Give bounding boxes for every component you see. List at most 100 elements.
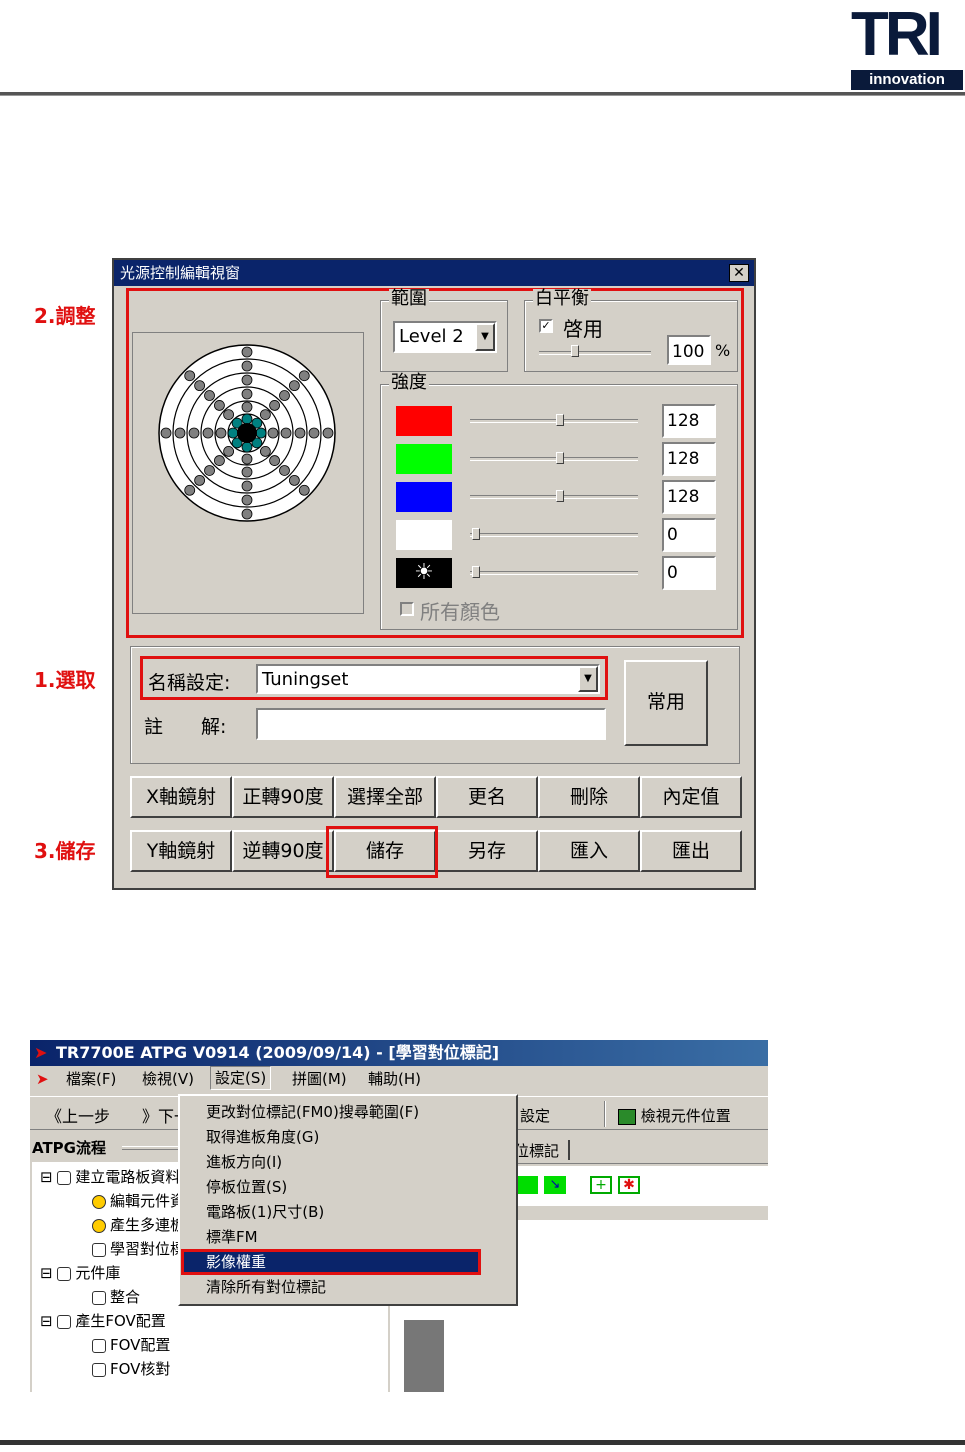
white-balance-checkbox[interactable]: ✓ xyxy=(539,319,553,333)
settings-menu-item[interactable]: 取得進板角度(G) xyxy=(206,1125,319,1149)
status-smile-icon[interactable] xyxy=(92,1194,106,1209)
tree-item[interactable]: FOV配置 xyxy=(92,1334,170,1356)
note-input[interactable] xyxy=(256,708,606,740)
red-channel-slider[interactable] xyxy=(470,419,638,423)
name-setting-select[interactable]: Tuningset ▼ xyxy=(256,664,600,694)
tree-item[interactable]: 整合 xyxy=(92,1286,140,1308)
dialog-title: 光源控制編輯視窗 xyxy=(120,264,241,282)
tri-logo: TRI innovation xyxy=(851,4,963,90)
buttons-row1-button-1[interactable]: 正轉90度 xyxy=(232,776,334,818)
buttons-row1-button-4[interactable]: 刪除 xyxy=(538,776,640,818)
buttons-row1-button-5[interactable]: 內定值 xyxy=(640,776,742,818)
settings-menu-item[interactable]: 更改對位標記(FM0)搜尋範圍(F) xyxy=(206,1100,419,1124)
white-balance-label: 白平衡 xyxy=(533,288,591,309)
blue-channel-value[interactable]: 128 xyxy=(662,480,716,514)
green-channel-slider-thumb[interactable] xyxy=(556,452,564,464)
red-channel-slider-thumb[interactable] xyxy=(556,414,564,426)
tree-checkbox[interactable] xyxy=(92,1338,106,1353)
collapse-icon[interactable]: ⊟ xyxy=(40,1312,57,1330)
tree-item[interactable]: FOV核對 xyxy=(92,1358,170,1380)
tree-checkbox[interactable] xyxy=(92,1362,106,1377)
red-channel-swatch xyxy=(396,406,452,436)
menu-help[interactable]: 輔助(H) xyxy=(368,1066,421,1092)
tree-checkbox[interactable] xyxy=(57,1314,72,1329)
white-channel-slider[interactable] xyxy=(470,533,638,537)
view-component-button[interactable]: 檢視元件位置 xyxy=(618,1105,731,1126)
logo-mark: TRI xyxy=(851,0,943,69)
add-mark-icon[interactable]: + xyxy=(590,1176,612,1194)
buttons-row2-button-5[interactable]: 匯出 xyxy=(640,830,742,872)
green-channel-slider[interactable] xyxy=(470,457,638,461)
tree-checkbox[interactable] xyxy=(57,1266,72,1281)
tree-checkbox[interactable] xyxy=(57,1170,72,1185)
tree-item[interactable]: ⊟ 元件庫 xyxy=(40,1262,120,1284)
all-colors-checkbox[interactable] xyxy=(400,602,414,616)
delete-mark-icon[interactable]: ✱ xyxy=(618,1176,640,1194)
double-right-icon: 》 xyxy=(142,1107,159,1126)
white-balance-enable-label: 啓用 xyxy=(563,317,603,341)
settings-menu-item[interactable]: 清除所有對位標記 xyxy=(206,1275,326,1299)
white-channel-value[interactable]: 0 xyxy=(662,518,716,552)
app-titlebar: ➤ TR7700E ATPG V0914 (2009/09/14) - [學習對… xyxy=(30,1040,768,1066)
light-icon: ☀ xyxy=(396,558,452,588)
all-colors-label: 所有顏色 xyxy=(420,600,500,624)
white-balance-group: 白平衡 ✓ 啓用 100 % xyxy=(524,289,738,372)
tab-fiducial[interactable]: 位標記 xyxy=(514,1140,559,1161)
white-balance-unit: % xyxy=(715,341,731,360)
toolbar-separator xyxy=(604,1101,606,1127)
tree-item[interactable]: 編輯元件資 xyxy=(92,1190,185,1212)
light-channel-value[interactable]: 0 xyxy=(662,556,716,590)
buttons-row2-button-3[interactable]: 另存 xyxy=(436,830,538,872)
arrow-tool-icon[interactable]: ↘ xyxy=(544,1176,566,1194)
settings-menu-item[interactable]: 電路板(1)尺寸(B) xyxy=(206,1200,324,1224)
fiducial-toolbar: ↘ + ✱ xyxy=(510,1166,768,1206)
settings-menu-item[interactable]: 影像權重 xyxy=(206,1250,266,1274)
tree-item-label: 學習對位標 xyxy=(110,1240,186,1258)
green-channel-value[interactable]: 128 xyxy=(662,442,716,476)
chevron-down-icon[interactable]: ▼ xyxy=(475,323,495,351)
status-smile-icon[interactable] xyxy=(92,1218,106,1233)
buttons-row1-button-0[interactable]: X軸鏡射 xyxy=(130,776,232,818)
collapse-icon[interactable]: ⊟ xyxy=(40,1264,57,1282)
white-balance-slider[interactable] xyxy=(539,351,651,355)
blue-channel-slider[interactable] xyxy=(470,495,638,499)
tree-item[interactable]: ⊟ 建立電路板資料 xyxy=(40,1166,180,1188)
common-button[interactable]: 常用 xyxy=(624,660,708,746)
step-select-label: 1.選取 xyxy=(34,668,96,692)
white-balance-value[interactable]: 100 xyxy=(667,335,711,365)
menu-view[interactable]: 檢視(V) xyxy=(142,1066,194,1092)
logo-subtitle: innovation xyxy=(851,70,963,90)
settings-menu-item[interactable]: 進板方向(I) xyxy=(206,1150,282,1174)
buttons-row2-button-0[interactable]: Y軸鏡射 xyxy=(130,830,232,872)
buttons-row1-button-3[interactable]: 更名 xyxy=(436,776,538,818)
settings-menu-item[interactable]: 標準FM xyxy=(206,1225,258,1249)
buttons-row1-button-2[interactable]: 選擇全部 xyxy=(334,776,436,818)
chevron-down-icon[interactable]: ▼ xyxy=(578,666,598,692)
blue-channel-slider-thumb[interactable] xyxy=(556,490,564,502)
collapse-icon[interactable]: ⊟ xyxy=(40,1168,57,1186)
close-icon[interactable]: ✕ xyxy=(729,264,749,282)
light-channel-slider[interactable] xyxy=(470,571,638,575)
white-balance-slider-thumb[interactable] xyxy=(571,345,579,357)
tree-item[interactable]: 學習對位標 xyxy=(92,1238,185,1260)
tree-checkbox[interactable] xyxy=(92,1242,106,1257)
menu-settings[interactable]: 設定(S) xyxy=(210,1066,272,1090)
settings-menu-item[interactable]: 停板位置(S) xyxy=(206,1175,287,1199)
buttons-row2-button-4[interactable]: 匯入 xyxy=(538,830,640,872)
buttons-row2-button-1[interactable]: 逆轉90度 xyxy=(232,830,334,872)
tree-item[interactable]: 產生多連板 xyxy=(92,1214,185,1236)
green-tool-icon[interactable] xyxy=(516,1176,538,1194)
tree-item[interactable]: ⊟ 產生FOV配置 xyxy=(40,1310,166,1332)
app-logo-icon: ➤ xyxy=(34,1043,48,1062)
light-channel-slider-thumb[interactable] xyxy=(472,566,480,578)
prev-step-button[interactable]: 《上一步 xyxy=(46,1103,110,1127)
tree-checkbox[interactable] xyxy=(92,1290,106,1305)
red-channel-value[interactable]: 128 xyxy=(662,404,716,438)
menu-stitch[interactable]: 拼圖(M) xyxy=(292,1066,347,1092)
app-menu-icon[interactable]: ➤ xyxy=(36,1066,49,1092)
settings-toolbar-button[interactable]: 設定 xyxy=(520,1105,550,1126)
range-select[interactable]: Level 2 ▼ xyxy=(393,321,497,353)
footer-divider xyxy=(0,1440,965,1445)
menu-file[interactable]: 檔案(F) xyxy=(66,1066,116,1092)
white-channel-slider-thumb[interactable] xyxy=(472,528,480,540)
